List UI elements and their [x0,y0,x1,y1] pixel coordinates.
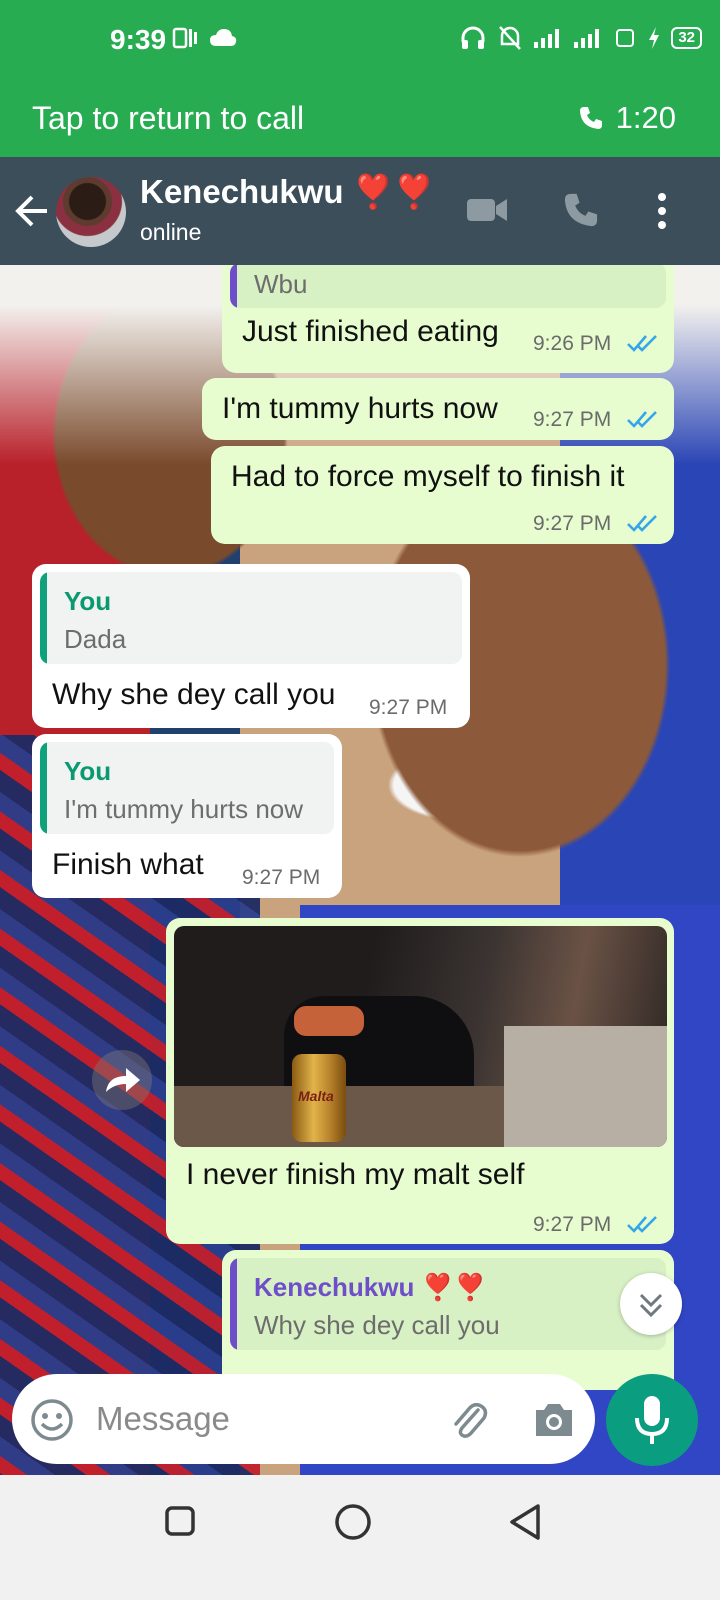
sim-icon [172,27,197,49]
avatar[interactable] [56,177,126,247]
home-icon[interactable] [334,1503,372,1541]
system-nav-bar [0,1475,720,1600]
quoted-author: You [64,586,112,616]
headset-icon [461,26,485,49]
forward-icon [106,1068,140,1092]
voice-record-button[interactable] [606,1374,698,1466]
quoted-message[interactable]: You I'm tummy hurts now [40,742,334,834]
status-right-icons: 32 [459,24,702,52]
chat-area[interactable]: Wbu Just finished eating 9:26 PM I'm tum… [0,265,720,1475]
back-nav-icon[interactable] [508,1503,542,1541]
message-bubble[interactable]: Had to force myself to finish it 9:27 PM [211,446,674,544]
message-time: 9:27 PM [533,1213,612,1236]
message-text: Had to force myself to finish it [231,460,625,493]
image-message-bubble[interactable]: Malta I never finish my malt self 9:27 P… [166,918,674,1244]
read-ticks-icon [627,515,657,532]
read-ticks-icon [627,411,657,428]
quoted-message[interactable]: You Dada [40,572,462,664]
mic-icon [635,1396,669,1444]
quoted-text: I'm tummy hurts now [64,794,304,824]
scroll-to-bottom-button[interactable] [620,1273,682,1335]
message-bubble[interactable]: Kenechukwu ❣️❣️ Why she dey call you [222,1250,674,1390]
emoji-icon[interactable] [30,1398,74,1442]
message-text: Finish what [52,848,204,881]
net-speed-icon [616,29,635,47]
quoted-author: You [64,756,112,786]
message-time: 9:27 PM [369,696,448,719]
signal-icon [534,29,560,48]
message-bubble[interactable]: I'm tummy hurts now 9:27 PM [202,378,674,440]
call-timer[interactable]: 1:20 [578,100,676,136]
message-time: 9:27 PM [533,512,612,535]
message-time: 9:27 PM [533,408,612,431]
signal-4g-icon [574,29,600,48]
charging-icon [649,27,660,49]
attachment-icon[interactable] [446,1398,490,1442]
read-ticks-icon [627,335,657,352]
battery-level: 32 [671,27,702,49]
quoted-text: Dada [64,624,127,654]
message-time: 9:27 PM [242,866,321,889]
image-caption: I never finish my malt self [186,1158,525,1191]
message-text: I'm tummy hurts now [222,392,498,425]
message-bubble[interactable]: You Dada Why she dey call you 9:27 PM [32,564,470,728]
back-arrow-icon[interactable] [14,191,50,231]
status-and-call-bar: 9:39 32 Tap to return to call 1:20 [0,0,720,157]
camera-icon[interactable] [532,1400,576,1440]
quoted-author: Kenechukwu ❣️❣️ [254,1272,487,1302]
message-time: 9:26 PM [533,332,612,355]
message-text: Just finished eating [242,315,499,348]
video-call-icon[interactable] [466,193,508,227]
chat-header: Kenechukwu ❣️❣️ online [0,157,720,265]
contact-status: online [140,219,202,245]
voice-call-icon[interactable] [562,191,600,229]
message-input[interactable]: Message [96,1400,230,1438]
status-left-icons [172,26,238,50]
recents-icon[interactable] [164,1505,196,1537]
quoted-text: Wbu [254,269,308,299]
double-chevron-down-icon [639,1293,663,1318]
message-bubble[interactable]: Wbu Just finished eating 9:26 PM [222,265,674,373]
message-bubble[interactable]: You I'm tummy hurts now Finish what 9:27… [32,734,342,898]
quoted-message[interactable]: Wbu [230,265,666,308]
call-timer-value: 1:20 [615,100,676,135]
bell-muted-icon [499,26,522,50]
message-text: Why she dey call you [52,678,336,711]
quoted-text: Why she dey call you [254,1310,500,1340]
phone-icon [579,107,602,129]
quoted-message[interactable]: Kenechukwu ❣️❣️ Why she dey call you [230,1258,666,1350]
read-ticks-icon [627,1216,657,1233]
return-to-call[interactable]: Tap to return to call [32,100,304,137]
more-options-icon[interactable] [654,191,670,231]
message-composer[interactable]: Message [12,1374,595,1464]
contact-name[interactable]: Kenechukwu ❣️❣️ [140,173,435,212]
forward-button[interactable] [92,1050,152,1110]
cloud-icon [210,29,237,46]
status-time: 9:39 [110,24,167,55]
message-image[interactable]: Malta [174,926,667,1147]
image-can-label: Malta [298,1088,334,1104]
